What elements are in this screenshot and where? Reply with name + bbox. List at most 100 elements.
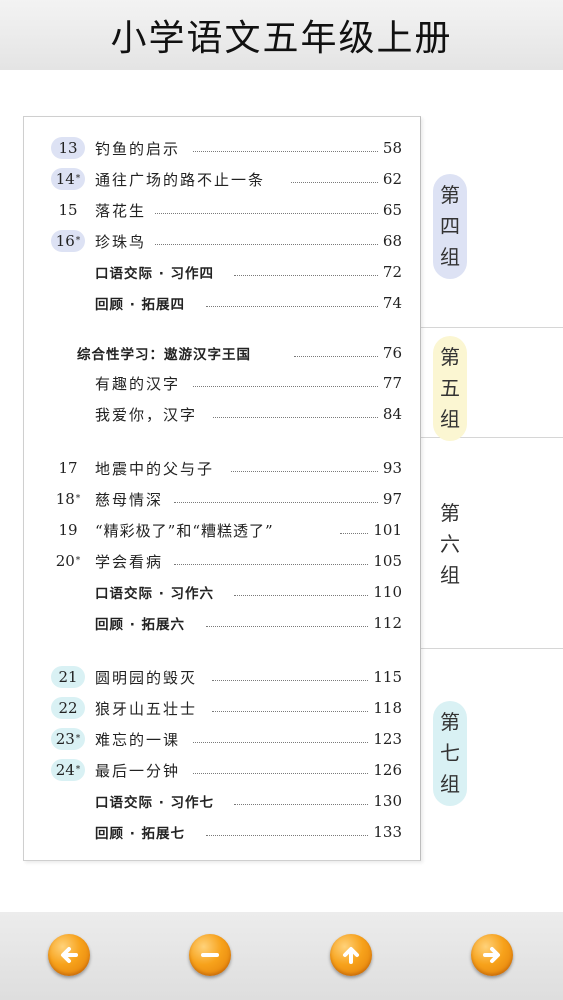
page-number: 65	[382, 201, 402, 219]
leader-dots	[193, 384, 378, 387]
toc-entry[interactable]: 综合性学习：遨游汉字王国 76	[24, 340, 420, 366]
lesson-title: 回顾 · 拓展四	[95, 297, 186, 313]
lesson-title: 综合性学习：遨游汉字王国	[77, 347, 251, 363]
page-number: 101	[373, 521, 402, 539]
toc-entry[interactable]: 口语交际 · 习作六 110	[24, 579, 420, 605]
page-number: 133	[373, 823, 402, 841]
toc-entry[interactable]: 23 * 难忘的一课 123	[24, 726, 420, 752]
menu-button[interactable]	[189, 934, 231, 976]
group-label-7: 第 七 组	[433, 701, 467, 806]
toc-entry[interactable]: 18 * 慈母情深 97	[24, 486, 420, 512]
lesson-number: 15	[58, 201, 78, 219]
toc-entry[interactable]: 14 * 通往广场的路不止一条 62	[24, 166, 420, 192]
lesson-number: 16 *	[51, 230, 85, 252]
toc-entry[interactable]: 22 狼牙山五壮士 118	[24, 695, 420, 721]
lesson-title: 钓鱼的启示	[95, 139, 181, 158]
page-number: 123	[373, 730, 402, 748]
toc-entry[interactable]: 口语交际 · 习作四 72	[24, 259, 420, 285]
page-number: 72	[382, 263, 402, 281]
lesson-title: 口语交际 · 习作六	[95, 586, 215, 602]
toc-entry[interactable]: 20 * 学会看病 105	[24, 548, 420, 574]
lesson-number: 24 *	[51, 759, 85, 781]
leader-dots	[231, 469, 378, 472]
lesson-title: 落花生	[95, 201, 147, 220]
title-bar: 小学语文五年级上册	[0, 0, 563, 70]
leader-dots	[193, 740, 368, 743]
lesson-title: 慈母情深	[95, 490, 164, 509]
toc-entry[interactable]: 19 “精彩极了”和“糟糕透了” 101	[24, 517, 420, 543]
group-label-5: 第 五 组	[433, 336, 467, 441]
lesson-number: 21	[51, 666, 85, 688]
lesson-title: 有趣的汉字	[95, 374, 181, 393]
lesson-number: 22	[51, 697, 85, 719]
toc-entry[interactable]: 16 * 珍珠鸟 68	[24, 228, 420, 254]
lesson-title: 珍珠鸟	[95, 232, 147, 251]
lesson-title: 回顾 · 拓展六	[95, 617, 186, 633]
lesson-title: 圆明园的毁灭	[95, 668, 198, 687]
page-number: 105	[373, 552, 402, 570]
lesson-title: 口语交际 · 习作四	[95, 266, 215, 282]
toc-entry[interactable]: 17 地震中的父与子 93	[24, 455, 420, 481]
page-number: 118	[373, 699, 402, 717]
toc-entry[interactable]: 回顾 · 拓展四 74	[24, 290, 420, 316]
toc-entry[interactable]: 有趣的汉字 77	[24, 370, 420, 396]
arrow-right-icon	[483, 947, 500, 963]
home-button[interactable]	[330, 934, 372, 976]
minus-icon	[201, 953, 219, 957]
leader-dots	[206, 624, 368, 627]
arrow-left-icon	[61, 947, 78, 963]
page-number: 112	[373, 614, 402, 632]
lesson-number: 18 *	[55, 490, 81, 508]
lesson-number: 13	[51, 137, 85, 159]
leader-dots	[155, 242, 378, 245]
lesson-number: 23 *	[51, 728, 85, 750]
page-number: 97	[382, 490, 402, 508]
leader-dots	[234, 593, 368, 596]
leader-dots	[174, 500, 378, 503]
leader-dots	[193, 149, 378, 152]
lesson-number: 19	[58, 521, 78, 539]
leader-dots	[206, 304, 378, 307]
lesson-title: 回顾 · 拓展七	[95, 826, 186, 842]
lesson-number: 17	[58, 459, 78, 477]
table-of-contents: 13 钓鱼的启示 58 14 * 通往广场的路不止一条 62 15 落花生 65 …	[23, 116, 421, 861]
toc-entry[interactable]: 回顾 · 拓展七 133	[24, 819, 420, 845]
page-number: 68	[382, 232, 402, 250]
lesson-title: 通往广场的路不止一条	[95, 170, 266, 189]
page-number: 126	[373, 761, 402, 779]
page-title: 小学语文五年级上册	[110, 18, 453, 59]
leader-dots	[193, 771, 368, 774]
toc-entry[interactable]: 21 圆明园的毁灭 115	[24, 664, 420, 690]
leader-dots	[294, 354, 378, 357]
page-number: 84	[382, 405, 402, 423]
toc-entry[interactable]: 13 钓鱼的启示 58	[24, 135, 420, 161]
lesson-title: 难忘的一课	[95, 730, 181, 749]
toc-entry[interactable]: 回顾 · 拓展六 112	[24, 610, 420, 636]
lesson-number: 14 *	[51, 168, 85, 190]
lesson-title: 狼牙山五壮士	[95, 699, 198, 718]
next-page-button[interactable]	[471, 934, 513, 976]
previous-page-button[interactable]	[48, 934, 90, 976]
toc-entry[interactable]: 我爱你，汉字 84	[24, 401, 420, 427]
leader-dots	[234, 802, 368, 805]
page-number: 115	[373, 668, 402, 686]
leader-dots	[206, 833, 368, 836]
toc-entry[interactable]: 24 * 最后一分钟 126	[24, 757, 420, 783]
leader-dots	[174, 562, 368, 565]
leader-dots	[234, 273, 378, 276]
group-label-6: 第 六 组	[440, 501, 460, 587]
lesson-title: 学会看病	[95, 552, 164, 571]
page-number: 58	[382, 139, 402, 157]
toc-entry[interactable]: 口语交际 · 习作七 130	[24, 788, 420, 814]
page-number: 76	[382, 344, 402, 362]
page-number: 130	[373, 792, 402, 810]
leader-dots	[213, 415, 378, 418]
leader-dots	[155, 211, 378, 214]
lesson-title: “精彩极了”和“糟糕透了”	[95, 521, 274, 540]
book-page: 13 钓鱼的启示 58 14 * 通往广场的路不止一条 62 15 落花生 65 …	[0, 70, 563, 912]
toc-entry[interactable]: 15 落花生 65	[24, 197, 420, 223]
navigation-bar	[0, 912, 563, 1000]
leader-dots	[212, 678, 368, 681]
group-label-4: 第 四 组	[433, 174, 467, 279]
arrow-up-icon	[343, 947, 359, 964]
